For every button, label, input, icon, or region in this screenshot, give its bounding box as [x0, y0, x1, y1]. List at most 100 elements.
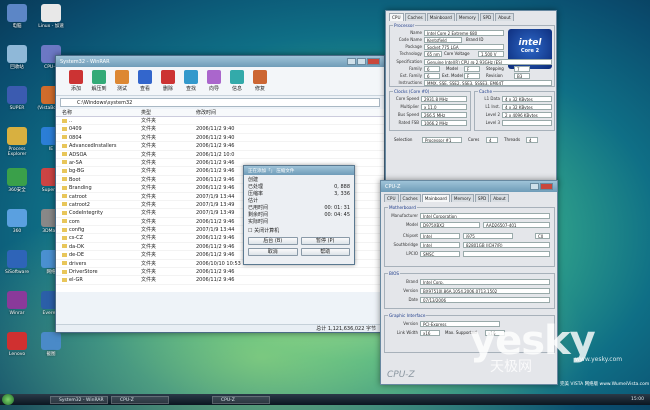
desktop-icon[interactable]: SiSoftware: [1, 250, 33, 275]
maximize-icon[interactable]: [357, 58, 366, 65]
selection-dropdown[interactable]: Processor #1: [422, 137, 462, 143]
status-bar: 总计 1,121,636,022 字节: [56, 324, 384, 332]
tab-mainboard[interactable]: Mainboard: [426, 13, 455, 21]
codename-label: Code Name: [398, 37, 422, 42]
table-row[interactable]: AdvancedInstallers 文件夹 2006/11/2 9:46: [56, 142, 384, 151]
explorer-titlebar[interactable]: System32 - WinRAR: [56, 56, 384, 67]
folder-icon: [62, 185, 67, 190]
lpcio-value: [463, 251, 550, 257]
tab-caches[interactable]: Caches: [404, 13, 426, 21]
mb-model-value: D975XBX2: [420, 222, 480, 228]
row-type: 文件夹: [141, 201, 157, 208]
southbridge-value: 82801GB (ICH7/R): [463, 242, 550, 248]
toolbar-button[interactable]: 删除: [158, 70, 178, 92]
address-bar[interactable]: C:\Windows\system32: [60, 98, 380, 107]
taskbar-item-explorer[interactable]: System32 - WinRAR: [50, 395, 108, 404]
toolbar-button[interactable]: 解压到: [89, 70, 109, 92]
tab-spd[interactable]: SPD: [479, 13, 495, 21]
spec-label: Specification: [396, 59, 422, 64]
desktop-icon-label: 截图: [46, 352, 56, 357]
toolbar-button[interactable]: 信息: [227, 70, 247, 92]
row-name: catroot2: [56, 201, 141, 208]
table-row[interactable]: 0409 文件夹 2006/11/2 9:40: [56, 125, 384, 134]
col-type[interactable]: 类型: [141, 109, 196, 116]
tab-caches[interactable]: Caches: [399, 194, 421, 202]
app-icon: [7, 209, 27, 227]
table-row[interactable]: el-GR 文件夹 2006/11/2 9:46: [56, 276, 384, 285]
manufacturer-value: Intel Corporation: [420, 213, 550, 219]
desktop-icon[interactable]: 截图: [35, 332, 67, 357]
toolbar-label: 向导: [208, 86, 219, 92]
gi-link-value: x16: [420, 330, 440, 336]
taskbar-item-cpuz2[interactable]: CPU-Z: [212, 395, 270, 404]
app-icon: [7, 291, 27, 309]
table-row[interactable]: 0804 文件夹 2006/11/2 9:40: [56, 134, 384, 143]
toolbar-button[interactable]: 向导: [204, 70, 224, 92]
cpuz-mb-titlebar[interactable]: CPU-Z: [381, 181, 557, 192]
dialog-stat-row: 实际时间: [244, 219, 354, 226]
toolbar-button[interactable]: 测试: [112, 70, 132, 92]
stepping-label: Stepping: [486, 66, 504, 71]
tab-spd[interactable]: SPD: [474, 194, 490, 202]
desktop-icon[interactable]: Lenovo: [1, 332, 33, 357]
row-name: catroot: [56, 193, 141, 200]
row-date: 2006/11/2 10:0: [196, 151, 235, 158]
background-button[interactable]: 后台 (B): [248, 237, 298, 245]
checkbox-label: 关闭计算机: [254, 228, 280, 234]
cancel-button[interactable]: 取消: [248, 248, 298, 256]
intel-logo-text: intel: [518, 38, 542, 48]
row-name: CodeIntegrity: [56, 209, 141, 216]
taskbar-item-cpuz1[interactable]: CPU-Z: [111, 395, 169, 404]
folder-icon: [62, 143, 67, 148]
start-button[interactable]: [2, 394, 14, 405]
tab-about[interactable]: About: [490, 194, 509, 202]
tab-memory[interactable]: Memory: [450, 194, 474, 202]
row-type: 文件夹: [141, 218, 157, 225]
desktop-icon[interactable]: 360: [1, 209, 33, 234]
desktop-icon[interactable]: 回收站: [1, 45, 33, 70]
toolbar-icon: [230, 70, 244, 84]
toolbar-button[interactable]: 修复: [250, 70, 270, 92]
minimize-icon[interactable]: [347, 58, 356, 65]
desktop-icon[interactable]: 电脑: [1, 4, 33, 29]
desktop-icon[interactable]: Winrar: [1, 291, 33, 316]
toolbar-button[interactable]: 添加: [66, 70, 86, 92]
col-name[interactable]: 名称: [56, 109, 141, 116]
threads-value: 4: [526, 137, 538, 143]
toolbar-label: 添加: [70, 86, 81, 92]
revision-value: B3: [514, 73, 530, 79]
toolbar-button[interactable]: 查找: [181, 70, 201, 92]
row-name-text: Branding: [69, 185, 92, 192]
help-button[interactable]: 帮助: [300, 248, 350, 256]
tab-memory[interactable]: Memory: [455, 13, 479, 21]
dialog-stat-row: 估计: [244, 198, 354, 205]
brandid-label: Brand ID: [466, 37, 484, 42]
pause-button[interactable]: 暂停 (P): [300, 237, 350, 245]
dialog-titlebar[interactable]: 正在添加「」 压缩文件: [244, 166, 354, 175]
desktop-icon[interactable]: Linux - 加速: [35, 4, 67, 29]
close-icon[interactable]: [367, 58, 380, 65]
table-row[interactable]: .. 文件夹: [56, 117, 384, 126]
tab-cpu[interactable]: CPU: [384, 194, 399, 202]
toolbar-button[interactable]: 查看: [135, 70, 155, 92]
folder-icon: [62, 152, 67, 157]
southbridge-label: Southbridge: [393, 242, 418, 247]
table-row[interactable]: ADSOA 文件夹 2006/11/2 10:0: [56, 151, 384, 159]
bus-speed-label: Bus Speed: [397, 112, 419, 117]
table-row[interactable]: DriverStore 文件夹 2006/11/2 9:46: [56, 268, 384, 277]
shutdown-checkbox[interactable]: ☐ 关闭计算机: [248, 228, 279, 235]
minimize-icon[interactable]: [530, 183, 539, 190]
col-date[interactable]: 修改时间: [196, 109, 256, 116]
row-name: AdvancedInstallers: [56, 142, 141, 149]
close-icon[interactable]: [540, 183, 553, 190]
desktop-icon[interactable]: SUPER: [1, 86, 33, 111]
tab-about[interactable]: About: [495, 13, 514, 21]
lpcio-label: LPCIO: [406, 251, 418, 256]
row-type: 文件夹: [141, 260, 157, 267]
ext-model-value: F: [464, 73, 480, 79]
tab-mainboard[interactable]: Mainboard: [421, 194, 450, 202]
tab-cpu[interactable]: CPU: [389, 13, 404, 21]
desktop-icon[interactable]: Process Explorer: [1, 127, 33, 157]
desktop-icon[interactable]: 360安全: [1, 168, 33, 193]
folder-icon: [62, 269, 67, 274]
